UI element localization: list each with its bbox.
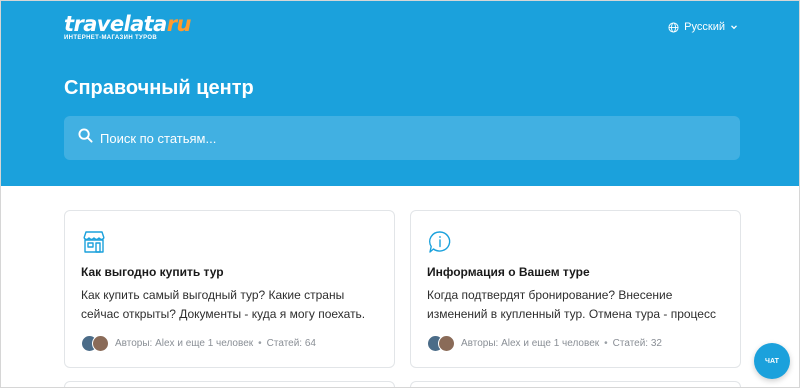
- avatar: [438, 335, 455, 352]
- collection-card-partial[interactable]: [410, 381, 741, 387]
- collection-card-partial[interactable]: [64, 381, 395, 387]
- collection-authors: Авторы: Alex и еще 1 человек: [461, 338, 600, 349]
- search-placeholder: Поиск по статьям...: [100, 130, 217, 146]
- collection-card[interactable]: Информация о Вашем туре Когда подтвердят…: [410, 210, 741, 368]
- search-icon: [78, 128, 93, 148]
- page-title: Справочный центр: [64, 77, 254, 99]
- chat-label: ЧАТ: [765, 357, 779, 365]
- author-avatars: [81, 335, 109, 352]
- logo-wordmark: travelataru: [64, 12, 191, 36]
- collection-title: Как выгодно купить тур: [81, 265, 224, 279]
- chevron-down-icon: [730, 23, 738, 31]
- shop-icon: [81, 229, 378, 255]
- page-frame: travelataru ИНТЕРНЕТ-МАГАЗИН ТУРОВ Русск…: [0, 0, 800, 388]
- collection-meta: Авторы: Alex и еще 1 человек • Статей: 6…: [81, 335, 378, 352]
- collection-description: Как купить самый выгодный тур? Какие стр…: [81, 288, 366, 321]
- chat-button[interactable]: ЧАТ: [754, 343, 790, 379]
- collection-description: Когда подтвердят бронирование? Внесение …: [427, 288, 716, 321]
- author-avatars: [427, 335, 455, 352]
- collection-meta: Авторы: Alex и еще 1 человек • Статей: 3…: [427, 335, 724, 352]
- separator-dot: •: [258, 338, 262, 349]
- collection-title: Информация о Вашем туре: [427, 265, 590, 279]
- globe-icon: [668, 21, 679, 33]
- hero-header: travelataru ИНТЕРНЕТ-МАГАЗИН ТУРОВ Русск…: [1, 1, 799, 186]
- collection-article-count: Статей: 32: [612, 338, 662, 349]
- avatar: [92, 335, 109, 352]
- collection-authors: Авторы: Alex и еще 1 человек: [115, 338, 254, 349]
- language-selector[interactable]: Русский: [668, 21, 738, 33]
- collection-article-count: Статей: 64: [266, 338, 316, 349]
- separator-dot: •: [604, 338, 608, 349]
- search-input[interactable]: Поиск по статьям...: [64, 116, 740, 160]
- travelata-logo[interactable]: travelataru ИНТЕРНЕТ-МАГАЗИН ТУРОВ: [64, 13, 191, 41]
- language-label: Русский: [684, 21, 725, 33]
- collection-card[interactable]: Как выгодно купить тур Как купить самый …: [64, 210, 395, 368]
- info-icon: [427, 229, 724, 255]
